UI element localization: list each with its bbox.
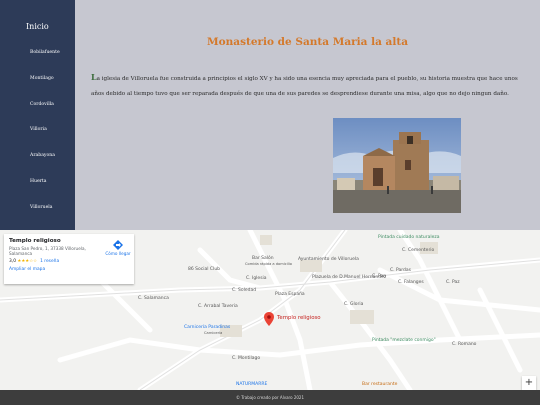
zoom-in-button[interactable]: + — [522, 376, 536, 390]
page-title: Monasterio de Santa Maria la alta — [207, 36, 408, 48]
map-street-cementerio: C. Cementerio — [402, 248, 435, 253]
bigger-map-link[interactable]: Ampliar el mapa — [9, 267, 129, 272]
map-street-pardas: C. Pardas — [390, 268, 412, 273]
nav-item-villoria[interactable]: Villoria — [0, 128, 75, 154]
map-street-salamanca: C. Salamanca — [138, 296, 169, 301]
map-street-falanges: C. Falanges — [398, 280, 424, 285]
embedded-map[interactable]: Templo religioso Plaza San Pedro, 1, 373… — [0, 230, 540, 390]
map-street-arrabal: C. Arrabal Taveria — [198, 304, 238, 309]
map-poi-bar-salon-sub: Comida rápida a domicilio — [245, 262, 292, 266]
map-street-soledad: C. Soledad — [232, 288, 257, 293]
directions-icon — [113, 240, 123, 250]
map-street-gloria: C. Gloria — [344, 302, 364, 307]
map-poi-social-club[interactable]: 86 Social Club — [188, 267, 220, 272]
nav-item-montilago[interactable]: Montilago — [0, 76, 75, 103]
nav-item-arabayona[interactable]: Arabayona — [0, 153, 75, 180]
nav-item-huerta[interactable]: Huerta — [0, 179, 75, 206]
map-poi-carniceria-sub: Carnicería — [204, 331, 223, 335]
place-rating: 3,0 ★★★☆☆ 1 reseña — [9, 259, 129, 264]
map-street-romano: C. Romano — [452, 342, 477, 347]
nav-item-villoruela[interactable]: Villoruela — [0, 205, 75, 232]
church-illustration — [333, 118, 461, 213]
nav-item-bobilafuente[interactable]: Bobilafuente — [0, 50, 75, 77]
map-poi-plaza-espana[interactable]: Plaza España — [275, 292, 305, 297]
place-card: Templo religioso Plaza San Pedro, 1, 373… — [4, 234, 134, 284]
map-poi-bar-salon[interactable]: Bar Salón — [252, 256, 274, 261]
map-poi-carniceria[interactable]: Carnicería Paradinas — [184, 325, 230, 330]
nav-list: Bobilafuente Montilago Cordovilla Villor… — [0, 50, 75, 232]
map-street-iglesia: C. Iglesia — [246, 276, 267, 281]
nav-home-link[interactable]: Inicio — [0, 22, 75, 31]
directions-label: Cómo llegar — [105, 251, 131, 256]
paragraph-text: a iglesia de Villoruela fue construida a… — [91, 76, 518, 97]
nav-item-cordovilla[interactable]: Cordovilla — [0, 102, 75, 129]
map-poi-templo[interactable]: Templo religioso — [277, 315, 321, 321]
map-poi-ayuntamiento[interactable]: Ayuntamiento de Villoruela — [298, 257, 359, 262]
church-photo — [333, 118, 461, 213]
map-street-montilago: C. Montilago — [232, 356, 261, 361]
main-content: Monasterio de Santa Maria la alta La igl… — [75, 0, 540, 230]
map-street-paz: C. Paz — [446, 280, 460, 285]
map-poi-pintada-mezclate[interactable]: Pintada "mezclate conmigo" — [372, 338, 436, 343]
rating-value: 3,0 — [9, 259, 16, 265]
page-footer: © Trabajo creado por Alvaro 2021 — [0, 390, 540, 405]
star-icons: ★★★☆☆ — [17, 259, 38, 265]
map-poi-naturmarre[interactable]: NATURMARRE — [236, 382, 267, 387]
description-paragraph: La iglesia de Villoruela fue construida … — [91, 70, 523, 101]
place-address: Plaza San Pedro, 1, 37338 Villoruela, Sa… — [9, 246, 86, 257]
map-poi-pintada-cuidado[interactable]: Pintada cuidado naturaleza — [378, 235, 440, 240]
map-poi-bar-restaurante[interactable]: Bar restaurante — [362, 382, 397, 387]
map-street-pan: C. Pan — [372, 274, 387, 279]
directions-button[interactable]: Cómo llegar — [104, 240, 132, 256]
map-pin-icon[interactable] — [264, 312, 274, 326]
reviews-link[interactable]: 1 reseña — [40, 259, 59, 264]
